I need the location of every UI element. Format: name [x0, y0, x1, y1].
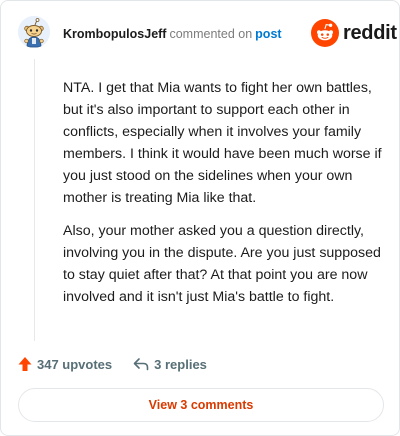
action-text: commented on — [169, 27, 253, 41]
reply-arrow-icon — [133, 358, 149, 371]
comment-body: NTA. I get that Mia wants to fight her o… — [63, 77, 388, 319]
snoo-avatar-icon — [18, 16, 50, 48]
comment-actions: 347 upvotes 3 replies — [18, 355, 207, 373]
reddit-logo[interactable]: reddit — [311, 19, 397, 47]
comment-card: KrombopulosJeff commented on post reddit N… — [0, 0, 400, 436]
comment-paragraph: NTA. I get that Mia wants to fight her o… — [63, 80, 382, 206]
upvote-arrow-icon[interactable] — [18, 356, 32, 372]
post-link[interactable]: post — [255, 27, 281, 41]
username[interactable]: KrombopulosJeff — [63, 27, 166, 41]
comment-header: KrombopulosJeff commented on post — [63, 27, 282, 41]
reply-count: 3 replies — [154, 356, 207, 372]
upvote-button[interactable]: 347 upvotes — [18, 356, 112, 372]
reddit-snoo-icon — [311, 19, 339, 47]
reply-button[interactable]: 3 replies — [133, 357, 207, 372]
reddit-wordmark: reddit — [343, 21, 397, 44]
user-avatar[interactable] — [18, 16, 50, 48]
thread-line — [34, 59, 35, 341]
upvote-count: 347 upvotes — [37, 356, 113, 372]
comment-paragraph: Also, your mother asked you a question d… — [63, 223, 381, 305]
view-comments-button[interactable]: View 3 comments — [18, 388, 384, 422]
